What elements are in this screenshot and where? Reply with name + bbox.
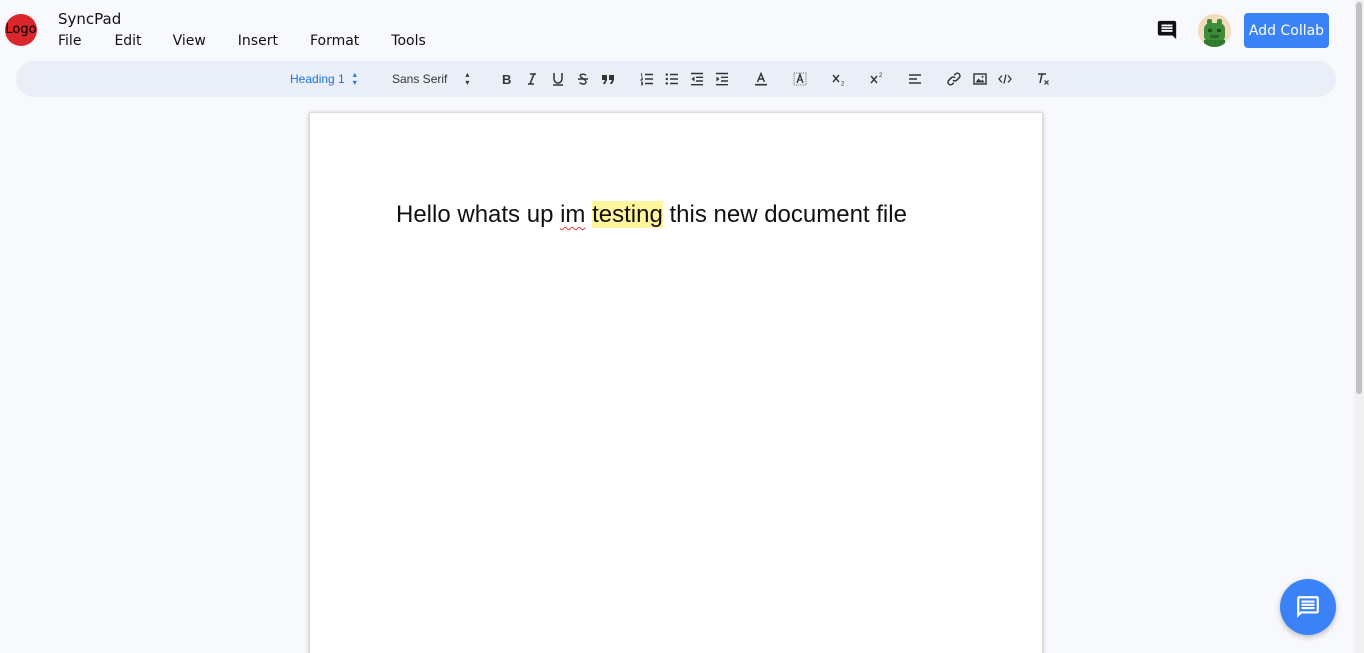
menu-file[interactable]: File xyxy=(58,33,81,49)
subscript-button[interactable]: 2 xyxy=(831,61,847,97)
italic-button[interactable] xyxy=(524,61,540,97)
underline-icon xyxy=(553,73,563,86)
app-title: SyncPad xyxy=(58,10,122,28)
background-color-icon xyxy=(793,72,807,86)
menubar: File Edit View Insert Format Tools xyxy=(58,33,426,49)
code-button[interactable] xyxy=(997,61,1013,97)
clean-format-button[interactable] xyxy=(1035,61,1051,97)
menu-edit[interactable]: Edit xyxy=(114,33,141,49)
image-icon xyxy=(973,73,987,85)
ordered-list-button[interactable] xyxy=(639,61,655,97)
vertical-scrollbar[interactable] xyxy=(1354,0,1364,653)
document-page[interactable]: Hello whats up im testing this new docum… xyxy=(309,112,1043,653)
indent-button[interactable] xyxy=(714,61,730,97)
heading-select-value: Heading 1 xyxy=(290,72,345,86)
text-color-icon xyxy=(755,72,767,86)
link-button[interactable] xyxy=(946,61,962,97)
quote-icon xyxy=(602,75,614,84)
chat-fab-button[interactable] xyxy=(1280,579,1336,635)
image-button[interactable] xyxy=(972,61,988,97)
document-text[interactable]: Hello whats up im testing this new docum… xyxy=(396,201,907,229)
strike-icon xyxy=(578,73,588,85)
formatting-toolbar: Heading 1 ▴ ▾ Sans Serif ▴ ▾ B 2 2 xyxy=(16,61,1336,97)
blockquote-button[interactable] xyxy=(600,61,616,97)
chat-icon xyxy=(1297,596,1319,618)
scrollbar-thumb[interactable] xyxy=(1356,2,1362,394)
italic-icon xyxy=(528,73,536,85)
comments-icon[interactable] xyxy=(1156,19,1178,41)
align-button[interactable] xyxy=(907,61,923,97)
menu-insert[interactable]: Insert xyxy=(238,33,278,49)
outdent-button[interactable] xyxy=(689,61,705,97)
menu-tools[interactable]: Tools xyxy=(391,33,426,49)
text-segment: Hello whats up xyxy=(396,201,561,228)
logo[interactable]: Logo xyxy=(5,14,37,46)
strike-button[interactable] xyxy=(575,61,591,97)
link-icon xyxy=(947,72,961,86)
menu-view[interactable]: View xyxy=(173,33,206,49)
text-color-button[interactable] xyxy=(753,61,769,97)
avatar[interactable] xyxy=(1198,14,1231,47)
ordered-list-icon xyxy=(640,73,653,86)
bold-button[interactable]: B xyxy=(499,61,515,97)
background-color-button[interactable] xyxy=(792,61,808,97)
bold-icon: B xyxy=(502,72,511,86)
misspelled-word[interactable]: im xyxy=(560,201,585,228)
indent-icon xyxy=(716,72,728,86)
select-arrows-icon: ▴ ▾ xyxy=(465,70,470,87)
highlighted-word[interactable]: testing xyxy=(592,201,663,228)
svg-text:2: 2 xyxy=(879,73,883,79)
svg-text:2: 2 xyxy=(841,82,845,87)
font-select-value: Sans Serif xyxy=(392,72,448,86)
bullet-list-button[interactable] xyxy=(664,61,680,97)
superscript-button[interactable]: 2 xyxy=(869,61,885,97)
outdent-icon xyxy=(691,72,703,86)
clear-formatting-icon xyxy=(1038,73,1049,85)
subscript-icon: 2 xyxy=(832,74,845,87)
select-arrows-icon: ▴ ▾ xyxy=(352,70,357,87)
align-left-icon xyxy=(909,74,921,84)
add-collab-button[interactable]: Add Collab xyxy=(1244,13,1329,48)
svg-text:B: B xyxy=(502,72,511,86)
superscript-icon: 2 xyxy=(870,73,883,84)
text-segment: this new document file xyxy=(662,201,907,228)
menu-format[interactable]: Format xyxy=(310,33,359,49)
font-select[interactable]: Sans Serif ▴ ▾ xyxy=(392,61,469,97)
bullet-list-icon xyxy=(665,73,678,85)
underline-button[interactable] xyxy=(550,61,566,97)
code-icon xyxy=(998,74,1012,84)
heading-select[interactable]: Heading 1 ▴ ▾ xyxy=(290,61,357,97)
